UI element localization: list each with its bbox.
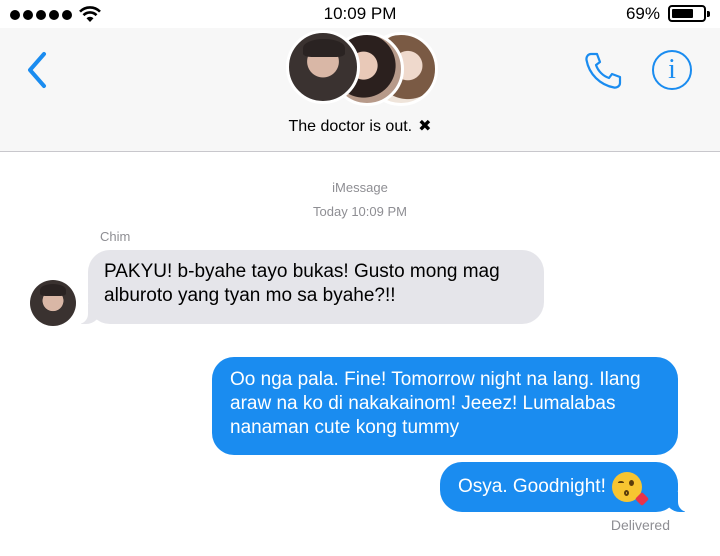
avatar <box>286 30 360 104</box>
message-text: PAKYU! b-byahe tayo bukas! Gusto mong ma… <box>104 261 500 306</box>
incoming-message-bubble[interactable]: PAKYU! b-byahe tayo bukas! Gusto mong ma… <box>78 250 544 324</box>
message-text: Osya. Goodnight! <box>458 476 606 497</box>
message-text: Oo nga pala. Fine! Tomorrow night na lan… <box>230 369 641 438</box>
close-icon: ✖ <box>418 118 432 135</box>
timestamp: Today 10:09 PM <box>313 204 407 219</box>
outgoing-message-bubble[interactable]: Osya. Goodnight! <box>440 462 688 512</box>
info-icon[interactable]: i <box>652 50 692 90</box>
battery-percentage: 69% <box>625 4 660 23</box>
avatar[interactable] <box>30 280 76 326</box>
status-time: 10:09 PM <box>323 4 397 23</box>
sender-name: Chim <box>100 229 131 244</box>
group-avatar[interactable] <box>286 30 438 106</box>
outgoing-message-bubble[interactable]: Oo nga pala. Fine! Tomorrow night na lan… <box>212 357 678 455</box>
service-label: iMessage <box>332 180 388 195</box>
conversation-header: The doctor is out. ✖ i <box>0 28 720 152</box>
thread-name-label: The doctor is out. <box>288 118 413 135</box>
battery-icon <box>668 5 710 22</box>
phone-icon[interactable] <box>582 50 624 92</box>
kissing-face-emoji-icon <box>611 472 649 507</box>
status-bar: 10:09 PM 69% <box>0 0 720 28</box>
thread-title[interactable]: The doctor is out. ✖ <box>0 116 720 136</box>
delivery-status: Delivered <box>610 517 670 533</box>
back-chevron-icon[interactable] <box>22 48 52 92</box>
